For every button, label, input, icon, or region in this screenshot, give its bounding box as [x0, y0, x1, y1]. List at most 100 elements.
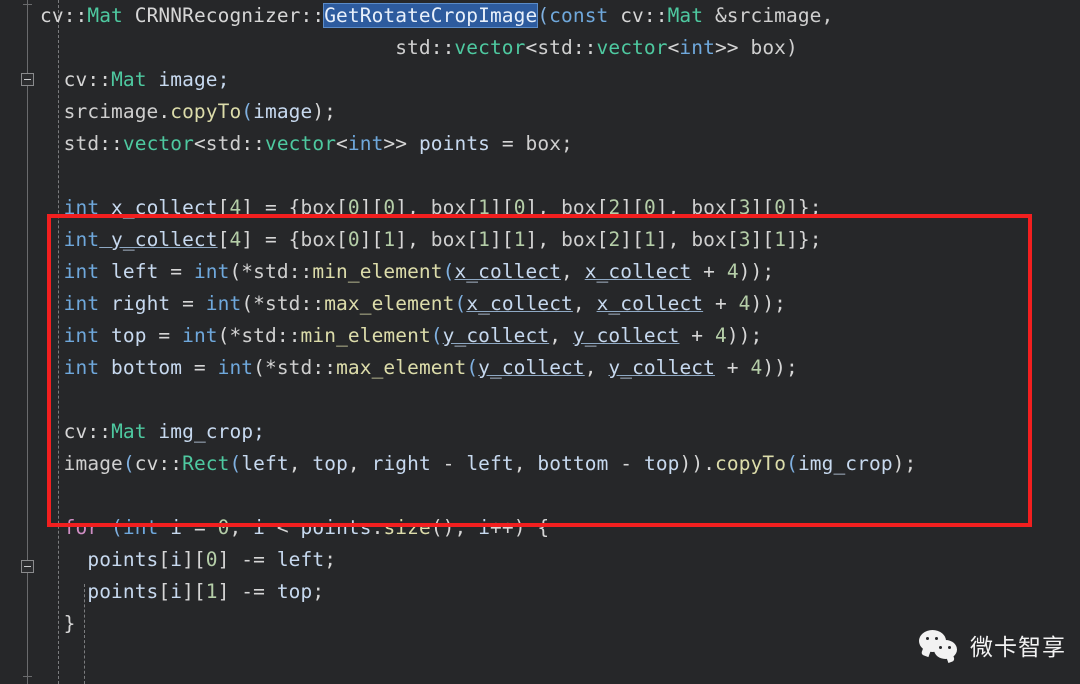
- code-token: std: [265, 292, 301, 315]
- code-token: ;: [229, 516, 254, 539]
- code-line[interactable]: int x_collect[4] = {box[0][0], box[1][0]…: [40, 192, 1080, 224]
- code-token: ][: [620, 228, 644, 251]
- code-line[interactable]: int y_collect[4] = {box[0][1], box[1][1]…: [40, 224, 1080, 256]
- code-token: ();: [430, 516, 479, 539]
- code-token: 3: [738, 196, 751, 219]
- code-token: [: [336, 228, 348, 251]
- code-token: box: [561, 228, 597, 251]
- code-token: 1: [383, 228, 396, 251]
- code-token: int: [193, 260, 230, 283]
- code-token: (*: [241, 292, 265, 315]
- code-line[interactable]: cv::Mat image;: [40, 64, 1080, 96]
- code-token: std: [253, 260, 289, 283]
- code-token: ],: [395, 196, 431, 219]
- code-token: ,: [513, 452, 538, 475]
- code-line[interactable]: points[i][0] -= left;: [40, 544, 1080, 576]
- code-token: int: [40, 260, 100, 283]
- code-token: ,: [584, 356, 609, 379]
- code-token: ],: [395, 228, 431, 251]
- code-token: ++) {: [490, 516, 550, 539]
- code-token: ,: [347, 452, 372, 475]
- gutter-tick-top: [23, 4, 32, 5]
- code-line[interactable]: cv::Mat img_crop;: [40, 416, 1080, 448]
- fold-marker-for-loop[interactable]: [21, 560, 34, 573]
- code-token: ][: [620, 196, 644, 219]
- code-token: 0: [347, 196, 360, 219]
- code-line[interactable]: std::vector<std::vector<int>> box): [40, 32, 1080, 64]
- code-token: ][: [359, 196, 384, 219]
- editor-gutter[interactable]: [0, 0, 40, 684]
- code-line[interactable]: for (int i = 0; i < points.size(); i++) …: [40, 512, 1080, 544]
- code-token: y_collect: [608, 356, 715, 379]
- code-token: }: [40, 612, 76, 635]
- code-token: ::: [300, 4, 325, 27]
- code-token: (: [241, 100, 254, 123]
- code-token: y_collect: [442, 324, 550, 347]
- code-line[interactable]: [40, 480, 1080, 512]
- code-line[interactable]: [40, 384, 1080, 416]
- code-token: ][: [750, 196, 775, 219]
- code-token: std: [40, 132, 100, 155]
- code-token: 1: [478, 228, 490, 251]
- code-token: (: [786, 452, 798, 475]
- code-token: ));: [726, 324, 763, 347]
- code-line[interactable]: int top = int(*std::min_element(y_collec…: [40, 320, 1080, 352]
- code-token: 4: [229, 228, 242, 251]
- code-token: vector: [265, 132, 337, 155]
- code-token: ][: [359, 228, 384, 251]
- code-line[interactable]: std::vector<std::vector<int>> points = b…: [40, 128, 1080, 160]
- code-token: x_collect: [454, 260, 562, 283]
- code-token: max_element: [324, 292, 455, 315]
- code-token: );: [312, 100, 337, 123]
- wechat-logo-icon: [919, 629, 961, 661]
- code-token: =: [146, 324, 183, 347]
- code-token: i: [158, 516, 183, 539]
- code-token: points: [300, 516, 372, 539]
- code-token: [: [217, 196, 230, 219]
- code-token: int: [182, 324, 218, 347]
- code-line[interactable]: cv::Mat CRNNRecognizer::GetRotateCropIma…: [40, 0, 1080, 32]
- code-token: int: [205, 292, 242, 315]
- code-token: box): [750, 36, 798, 59]
- code-line[interactable]: int right = int(*std::max_element(x_coll…: [40, 288, 1080, 320]
- code-token: ::: [430, 36, 455, 59]
- watermark: 微卡智享: [919, 628, 1066, 662]
- code-token: x_collect: [99, 196, 218, 219]
- code-token: left: [276, 548, 325, 571]
- code-token: ] = {: [241, 196, 301, 219]
- code-token: ],: [655, 196, 692, 219]
- code-token: top: [99, 324, 147, 347]
- code-token: top: [643, 452, 680, 475]
- code-token: ));: [762, 356, 798, 379]
- code-line[interactable]: int left = int(*std::min_element(x_colle…: [40, 256, 1080, 288]
- code-token: img_crop;: [146, 420, 265, 443]
- code-token: top: [276, 580, 313, 603]
- code-token: image;: [146, 68, 230, 91]
- code-token: ],: [525, 196, 562, 219]
- code-line[interactable]: srcimage.copyTo(image);: [40, 96, 1080, 128]
- code-line[interactable]: image(cv::Rect(left, top, right - left, …: [40, 448, 1080, 480]
- code-token: [: [158, 580, 171, 603]
- code-line[interactable]: points[i][1] -= top;: [40, 576, 1080, 608]
- code-token: ::: [312, 356, 337, 379]
- code-token: ]};: [786, 228, 822, 251]
- fold-marker-function-body[interactable]: [21, 73, 34, 86]
- code-token: int: [40, 196, 100, 219]
- code-token: image: [40, 452, 123, 475]
- code-token: ::: [643, 4, 668, 27]
- code-token: [: [466, 196, 479, 219]
- code-editor-screenshot: cv::Mat CRNNRecognizer::GetRotateCropIma…: [0, 0, 1080, 684]
- code-line[interactable]: int bottom = int(*std::max_element(y_col…: [40, 352, 1080, 384]
- code-token: =: [182, 516, 218, 539]
- selected-token: GetRotateCropImage: [324, 4, 538, 27]
- code-content[interactable]: cv::Mat CRNNRecognizer::GetRotateCropIma…: [40, 0, 1080, 684]
- code-token: ],: [525, 228, 562, 251]
- code-token: (: [442, 260, 455, 283]
- code-token: size: [383, 516, 431, 539]
- code-token: ::: [241, 132, 265, 155]
- code-token: y_collect: [572, 324, 680, 347]
- code-token: top: [312, 452, 348, 475]
- code-token: )): [679, 452, 704, 475]
- code-token: left: [241, 452, 289, 475]
- code-line[interactable]: [40, 160, 1080, 192]
